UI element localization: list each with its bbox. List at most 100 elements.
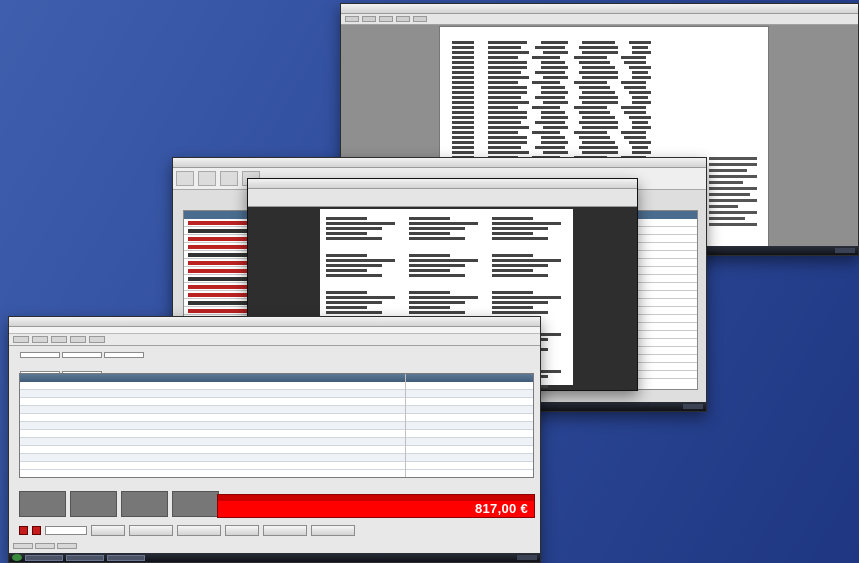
action-button[interactable] bbox=[263, 524, 307, 536]
invoice-line-row[interactable] bbox=[20, 414, 533, 422]
report-line bbox=[452, 131, 756, 134]
discount-box bbox=[70, 491, 117, 517]
report-line bbox=[452, 101, 756, 104]
report-line bbox=[452, 51, 756, 54]
report-line bbox=[452, 141, 756, 144]
ribbon-button[interactable] bbox=[198, 171, 216, 186]
invoice-line-row[interactable] bbox=[20, 438, 533, 446]
report-line bbox=[452, 71, 756, 74]
report-line bbox=[452, 41, 756, 44]
label-card bbox=[492, 215, 567, 242]
report-line bbox=[452, 56, 756, 59]
toolbar-button[interactable] bbox=[13, 336, 29, 343]
invoice-actions bbox=[19, 523, 539, 537]
toolbar-button[interactable] bbox=[413, 16, 427, 22]
invoice-line-row[interactable] bbox=[20, 462, 533, 470]
tab[interactable] bbox=[13, 543, 33, 549]
action-button[interactable] bbox=[91, 524, 125, 536]
label-card bbox=[326, 252, 401, 279]
document-type-select[interactable] bbox=[45, 525, 87, 535]
toolbar-button[interactable] bbox=[51, 336, 67, 343]
toolbar-button[interactable] bbox=[379, 16, 393, 22]
label-card bbox=[492, 289, 567, 316]
report-toolbar bbox=[341, 14, 858, 25]
invoice-line-row[interactable] bbox=[20, 422, 533, 430]
tab[interactable] bbox=[57, 543, 77, 549]
toolbar-button[interactable] bbox=[70, 336, 86, 343]
lines-header bbox=[20, 374, 533, 382]
report-line bbox=[452, 96, 756, 99]
label-card bbox=[492, 252, 567, 279]
report-line bbox=[452, 106, 756, 109]
report-line bbox=[452, 136, 756, 139]
toolbar-button[interactable] bbox=[32, 336, 48, 343]
invoice-line-row[interactable] bbox=[20, 398, 533, 406]
lines-status-bar bbox=[19, 480, 534, 488]
invoice-line-row[interactable] bbox=[20, 406, 533, 414]
list-window-titlebar[interactable] bbox=[173, 158, 706, 168]
report-line bbox=[452, 76, 756, 79]
report-window-titlebar[interactable] bbox=[341, 4, 858, 14]
label-card bbox=[409, 215, 484, 242]
action-button[interactable] bbox=[129, 524, 173, 536]
report-line bbox=[452, 116, 756, 119]
toolbar-button[interactable] bbox=[89, 336, 105, 343]
invoice-line-row[interactable] bbox=[20, 454, 533, 462]
report-line bbox=[452, 61, 756, 64]
label-card bbox=[409, 252, 484, 279]
report-line bbox=[452, 66, 756, 69]
start-orb-icon[interactable] bbox=[12, 554, 22, 561]
invoice-line-row[interactable] bbox=[20, 382, 533, 390]
toolbar-button[interactable] bbox=[396, 16, 410, 22]
report-line bbox=[452, 46, 756, 49]
report-line bbox=[452, 111, 756, 114]
form-field[interactable] bbox=[62, 352, 102, 358]
label-card bbox=[326, 215, 401, 242]
invoice-window-titlebar[interactable] bbox=[9, 317, 540, 327]
dialog-titlebar[interactable] bbox=[248, 179, 637, 189]
taskbar-clock bbox=[835, 248, 855, 253]
taskbar-item[interactable] bbox=[66, 554, 104, 561]
subtotal-box bbox=[19, 491, 66, 517]
invoice-menubar[interactable] bbox=[9, 327, 540, 334]
action-button[interactable] bbox=[225, 524, 259, 536]
form-field[interactable] bbox=[20, 352, 60, 358]
totals-boxes bbox=[19, 491, 219, 517]
label-card bbox=[409, 289, 484, 316]
report-right-column bbox=[709, 154, 757, 229]
invoice-line-row[interactable] bbox=[20, 446, 533, 454]
window-tabs bbox=[13, 543, 77, 550]
report-line bbox=[452, 146, 756, 149]
toolbar-button[interactable] bbox=[345, 16, 359, 22]
taskbar-clock bbox=[517, 555, 537, 560]
report-line bbox=[452, 121, 756, 124]
ribbon-button[interactable] bbox=[220, 171, 238, 186]
taskbar-item[interactable] bbox=[25, 554, 63, 561]
action-button[interactable] bbox=[177, 524, 221, 536]
label-card bbox=[326, 289, 401, 316]
tax-box bbox=[121, 491, 168, 517]
other-box bbox=[172, 491, 219, 517]
dialog-toolbar bbox=[248, 189, 637, 207]
delete-button[interactable] bbox=[19, 525, 28, 535]
invoice-taskbar bbox=[9, 553, 540, 562]
report-line bbox=[452, 91, 756, 94]
invoice-lines-grid bbox=[19, 373, 534, 478]
invoice-line-row[interactable] bbox=[20, 430, 533, 438]
action-button[interactable] bbox=[311, 524, 355, 536]
total-amount: 817,00 € bbox=[474, 501, 528, 516]
total-panel: 817,00 € bbox=[217, 494, 535, 518]
invoice-line-row[interactable] bbox=[20, 390, 533, 398]
report-line bbox=[452, 81, 756, 84]
ribbon-button[interactable] bbox=[176, 171, 194, 186]
taskbar-item[interactable] bbox=[107, 554, 145, 561]
column-separator bbox=[405, 374, 406, 477]
invoice-header-fields bbox=[19, 345, 189, 377]
tab[interactable] bbox=[35, 543, 55, 549]
report-line bbox=[452, 86, 756, 89]
form-field[interactable] bbox=[104, 352, 144, 358]
invoice-window: 817,00 € bbox=[8, 316, 541, 563]
report-line bbox=[452, 126, 756, 129]
close-button[interactable] bbox=[32, 525, 41, 535]
toolbar-button[interactable] bbox=[362, 16, 376, 22]
